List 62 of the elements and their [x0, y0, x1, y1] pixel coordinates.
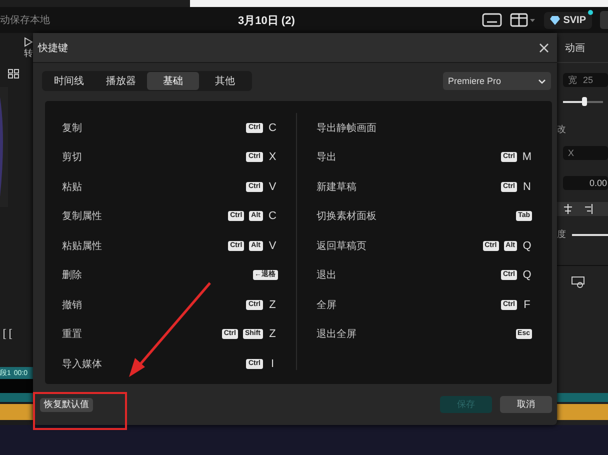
play-icon[interactable] [24, 37, 33, 47]
shortcut-action: 剪切 [62, 150, 82, 164]
shortcut-action: 返回草稿页 [316, 240, 366, 253]
tab[interactable]: 时间线 [43, 72, 95, 90]
shortcut-action: 退出全屏 [316, 328, 356, 342]
value-field[interactable]: 0.00 [563, 176, 608, 190]
audio-track[interactable] [557, 393, 608, 402]
layout-icon[interactable] [510, 13, 536, 27]
dialog-button[interactable]: 取消 [500, 396, 552, 413]
video-track[interactable] [0, 379, 35, 393]
key-letter: V [268, 240, 278, 252]
shortcut-action: 复制属性 [62, 210, 102, 224]
key-letter: Q [522, 240, 532, 252]
key-letter: C [268, 122, 278, 134]
key-letter: I [270, 358, 276, 370]
key-letter: M [522, 151, 532, 164]
opacity-label: 度 [557, 228, 566, 241]
shortcut-action: 退出 [316, 268, 336, 282]
scale-label: 改 [557, 123, 567, 136]
shortcut-action: 新建草稿 [316, 180, 356, 194]
close-icon[interactable] [539, 42, 549, 52]
shortcut-action: 导出 [316, 150, 336, 164]
align-right-icon[interactable] [583, 204, 593, 214]
reset-defaults-button[interactable]: 恢复默认值 [40, 398, 93, 412]
key-letter: C [268, 210, 278, 222]
svip-badge[interactable]: SVIP [544, 12, 592, 28]
autosave-status: 动保存本地 [0, 14, 50, 27]
audio-track[interactable] [557, 404, 608, 420]
align-center-icon[interactable] [563, 204, 573, 214]
chevron-down-icon [538, 78, 546, 84]
slider-thumb[interactable] [582, 97, 587, 106]
shortcut-action: 粘贴 [62, 180, 82, 194]
key-letter: F [522, 298, 532, 311]
dialog-title: 快捷键 [38, 42, 68, 54]
key-letter: X [268, 151, 278, 164]
screen-icon[interactable] [571, 276, 585, 288]
grid-icon[interactable] [8, 69, 19, 79]
shortcut-action: 复制 [62, 122, 82, 135]
toolbar-label[interactable]: 转 [24, 47, 33, 60]
shortcut-action: 导出静帧画面 [316, 122, 376, 135]
key-letter: Z [268, 298, 277, 311]
audio-track[interactable] [0, 393, 35, 402]
shortcut-action: 全屏 [316, 298, 336, 312]
shortcut-action: 导入媒体 [62, 358, 102, 371]
shortcut-action: 重置 [62, 328, 82, 342]
project-title: 3月10日 (2) [238, 14, 295, 28]
shortcut-action: 粘贴属性 [62, 240, 102, 253]
x-field[interactable]: X [563, 146, 608, 160]
shortcut-action: 撤销 [62, 298, 82, 312]
width-field[interactable]: 宽 25 [563, 73, 608, 87]
tab[interactable]: 其他 [199, 72, 251, 90]
shortcut-action: 删除 [62, 269, 82, 282]
key-letter: Q [522, 269, 532, 282]
key-letter: N [522, 180, 532, 193]
key-letter: V [268, 180, 278, 193]
preset-dropdown[interactable]: Premiere Pro [443, 72, 551, 90]
shortcut-action: 切换素材面板 [316, 210, 376, 224]
key-letter: Z [268, 328, 277, 340]
tab[interactable]: 基础 [147, 72, 199, 90]
audio-track[interactable] [0, 404, 35, 420]
tab[interactable]: 播放器 [95, 72, 147, 90]
keyboard-icon[interactable] [482, 13, 502, 27]
